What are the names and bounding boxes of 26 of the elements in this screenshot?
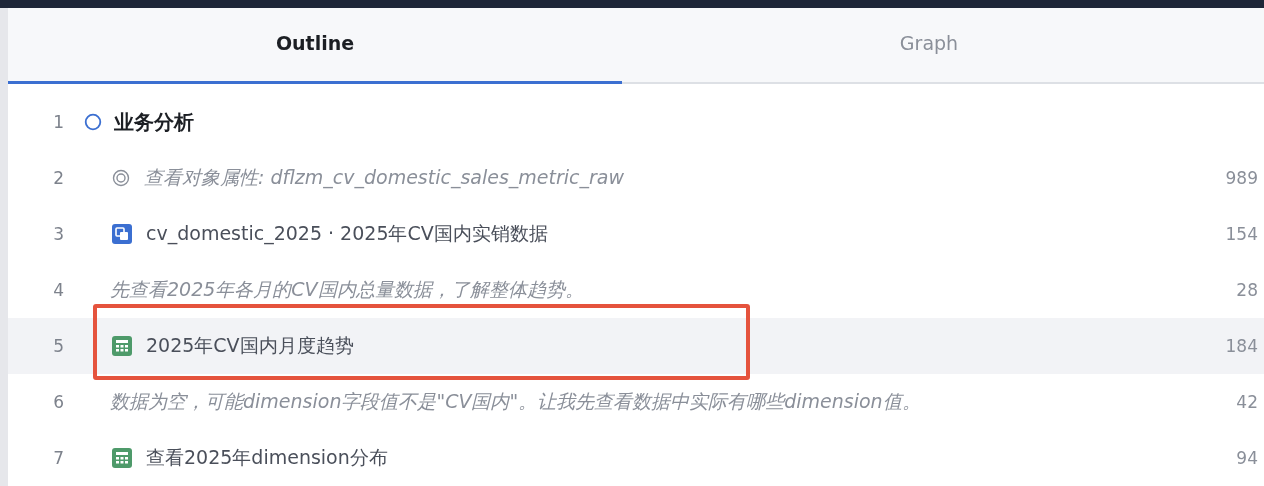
table-icon: [112, 336, 132, 356]
item-label: 2025年CV国内月度趋势: [146, 333, 354, 358]
item-label: cv_domestic_2025 · 2025年CV国内实销数据: [146, 221, 548, 247]
count: 94: [1236, 448, 1259, 468]
note-text: 数据为空，可能dimension字段值不是"CV国内"。让我先查看数据中实际有哪些dimension值。: [110, 389, 921, 414]
table-icon: [112, 448, 132, 468]
line-number: 6: [52, 392, 64, 412]
line-number: 4: [52, 280, 64, 300]
dataset-icon: [112, 224, 132, 244]
count: 42: [1236, 392, 1259, 412]
count: 989: [1225, 168, 1259, 188]
tab[interactable]: Outline: [8, 8, 622, 84]
line-number: 7: [52, 448, 64, 468]
item-label: 查看对象属性: dflzm_cv_domestic_sales_metric_raw: [144, 165, 624, 191]
target-icon: [112, 169, 130, 187]
count: 184: [1225, 336, 1259, 356]
line-number: 3: [52, 224, 64, 244]
circle-icon: [84, 113, 102, 131]
line-number: 1: [52, 112, 64, 132]
item-label: 查看2025年dimension分布: [146, 445, 388, 470]
note-text: 先查看2025年各月的CV国内总量数据，了解整体趋势。: [110, 277, 584, 302]
count: 28: [1236, 280, 1259, 300]
count: 154: [1225, 224, 1259, 244]
line-number: 2: [52, 168, 64, 188]
section-title: 业务分析: [114, 108, 194, 136]
line-number: 5: [52, 336, 64, 356]
